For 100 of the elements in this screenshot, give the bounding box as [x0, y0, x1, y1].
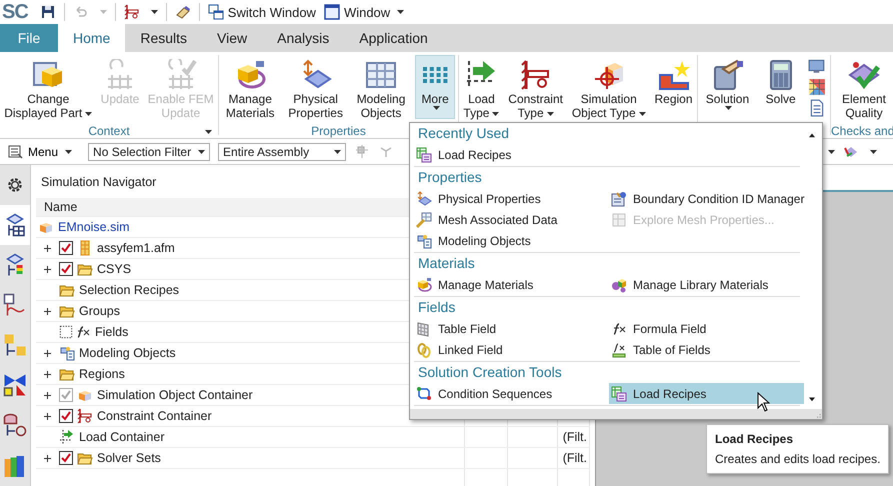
meshdata-icon: [416, 212, 432, 228]
tooltip-text: Creates and edits load recipes.: [715, 452, 880, 466]
ribbon-tab[interactable]: View: [202, 24, 262, 52]
constraint-icon: [124, 4, 140, 20]
menu-item[interactable]: Manage Materials: [414, 274, 609, 295]
ribbon-button[interactable]: Load Type: [459, 55, 504, 124]
recipe-icon: [416, 146, 432, 162]
checkbox[interactable]: [59, 451, 73, 465]
table-cell: (Filt.: [558, 427, 590, 447]
surface-icon: [416, 190, 432, 206]
library-icon: [611, 276, 627, 292]
ribbon-button[interactable]: Constraint Type: [504, 55, 567, 124]
caret-icon: [828, 150, 835, 154]
checkbox[interactable]: [59, 262, 73, 276]
section-title: Properties: [417, 168, 483, 187]
window-button[interactable]: Switch Window: [208, 4, 316, 20]
fx-icon: [611, 320, 627, 336]
tree-item[interactable]: Selection Recipes: [79, 283, 180, 297]
menu-item[interactable]: Formula Field: [609, 318, 804, 339]
caret-icon: [198, 150, 206, 154]
region-icon: [658, 59, 690, 91]
expand-icon[interactable]: [43, 370, 52, 378]
expand-icon[interactable]: [43, 412, 52, 420]
caret-icon: [433, 106, 440, 110]
caret-icon: [492, 112, 500, 116]
menu-item[interactable]: Linked Field: [414, 339, 609, 360]
caret-icon: [638, 112, 646, 116]
menu-item[interactable]: Boundary Condition ID Manager: [609, 188, 804, 209]
objects-icon: [416, 232, 432, 248]
ribbon-button[interactable]: Solution: [702, 55, 754, 119]
menu-item[interactable]: Table Field: [414, 318, 609, 339]
ribbon-button[interactable]: Solve: [760, 55, 801, 119]
caret-icon: [65, 150, 72, 154]
menu-item[interactable]: Table of Fields: [609, 339, 804, 360]
section-title: Materials: [417, 254, 476, 273]
ribbon-button[interactable]: Change Displayed Part: [0, 55, 96, 124]
table-icon: [365, 59, 398, 91]
fx-icon: [75, 324, 91, 340]
ribbon-button[interactable]: Element Quality: [838, 55, 890, 124]
ribbon-tab[interactable]: File: [0, 24, 58, 52]
caret-icon: [334, 150, 342, 154]
caret-icon: [546, 112, 554, 116]
eraser-icon: [174, 4, 191, 20]
nav-parts-icon: [3, 333, 27, 357]
tree-item[interactable]: Fields: [95, 325, 128, 339]
resource-tab[interactable]: [0, 205, 30, 245]
ribbon-tab[interactable]: Application: [344, 24, 443, 52]
window-button[interactable]: Window: [324, 4, 404, 20]
tree-item[interactable]: Load Container: [79, 430, 164, 444]
ribbon-button[interactable]: More: [415, 55, 456, 119]
menu-item[interactable]: Condition Sequences: [414, 383, 609, 404]
caret-icon: [725, 106, 732, 110]
tree-item[interactable]: Groups: [79, 304, 120, 318]
app-logo: SC: [2, 0, 28, 24]
table-cell: (Filt.: [558, 448, 590, 468]
tree-item[interactable]: CSYS: [97, 262, 132, 276]
sequence-icon: [416, 386, 432, 402]
expand-icon[interactable]: [43, 306, 52, 316]
window-icon: [324, 4, 340, 20]
cursor-icon: [757, 392, 770, 412]
ribbon-button[interactable]: Modeling Objects: [352, 55, 410, 124]
tree-item[interactable]: Constraint Container: [97, 409, 212, 423]
quality-icon: [848, 59, 880, 91]
expand-icon[interactable]: [43, 454, 52, 462]
constraint-icon: [520, 59, 552, 91]
colorgrid-icon: [808, 78, 826, 96]
filter-dropdown[interactable]: No Selection Filter: [88, 142, 210, 160]
tree-item[interactable]: assyfem1.afm: [97, 241, 175, 255]
expand-icon[interactable]: [43, 348, 52, 358]
menu-button[interactable]: Menu: [8, 144, 72, 160]
tree-item[interactable]: Regions: [79, 367, 125, 381]
expand-icon[interactable]: [43, 244, 52, 252]
tool-a-icon: [354, 144, 370, 160]
ribbon-tab[interactable]: Results: [125, 24, 202, 52]
ribbon-button[interactable]: Region: [650, 55, 697, 119]
idcard-icon: [611, 190, 627, 206]
ribbon-button[interactable]: Physical Properties: [284, 55, 347, 124]
materials-icon: [416, 276, 432, 292]
ribbon-tab[interactable]: Analysis: [262, 24, 344, 52]
ribbon-tab[interactable]: Home: [58, 24, 126, 52]
tree-item[interactable]: Modeling Objects: [79, 346, 176, 360]
fxtable-icon: [611, 342, 627, 358]
checkbox[interactable]: [59, 241, 73, 255]
menu-icon: [8, 144, 24, 160]
section-title: Solution Creation Tools: [417, 363, 563, 382]
monitor-icon: [808, 57, 826, 75]
dotted-icon: [59, 325, 73, 339]
filter-dropdown[interactable]: Entire Assembly: [218, 142, 346, 160]
tooltip-title: Load Recipes: [715, 432, 794, 446]
nav-db-icon: [3, 413, 27, 437]
ribbon-button[interactable]: Manage Materials: [222, 55, 279, 124]
expand-icon[interactable]: [43, 264, 52, 274]
group-label: Context: [88, 124, 130, 138]
save-icon: [40, 4, 56, 20]
group-label: Properties: [311, 124, 366, 138]
menu-item[interactable]: Manage Library Materials: [609, 274, 804, 295]
menu-item[interactable]: Load Recipes: [414, 144, 609, 165]
menu-item[interactable]: Load Recipes: [609, 383, 804, 404]
tree-item[interactable]: Solver Sets: [97, 451, 161, 465]
checkbox[interactable]: [59, 409, 73, 423]
